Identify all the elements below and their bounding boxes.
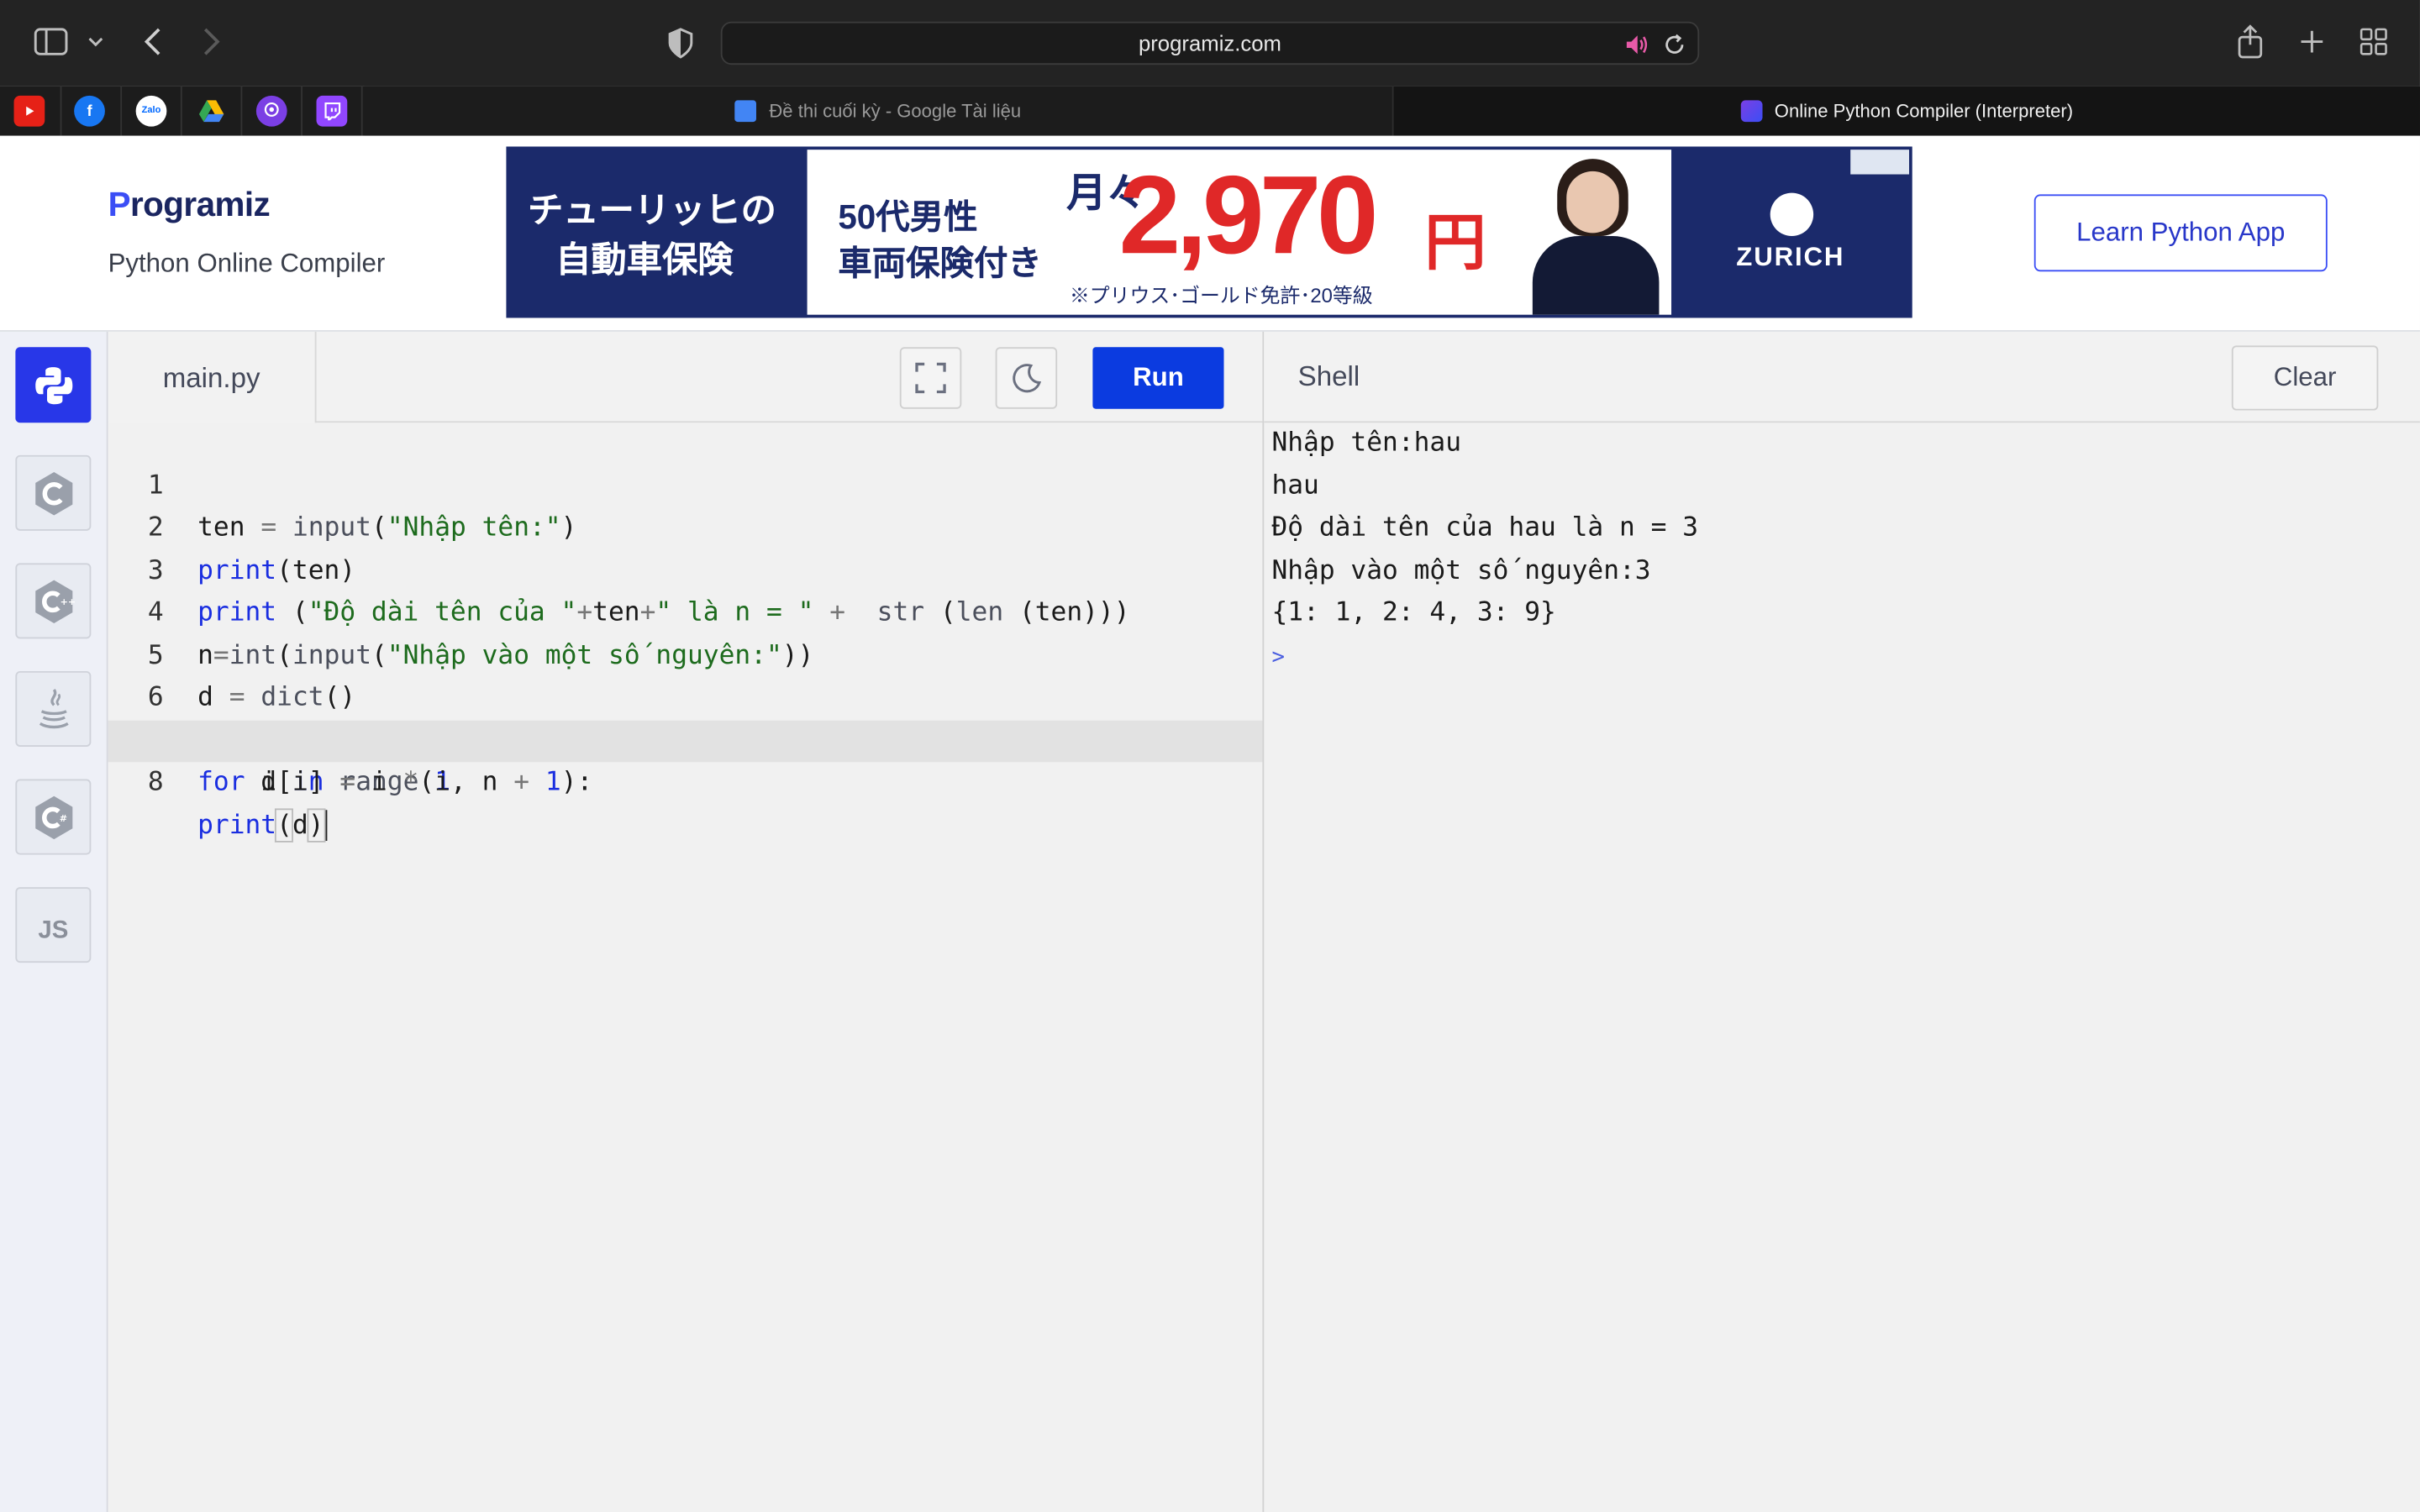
clear-button[interactable]: Clear <box>2231 345 2379 411</box>
zurich-logo-icon <box>1770 192 1814 237</box>
shield-icon[interactable] <box>666 26 697 60</box>
code-editor[interactable]: 1 ten = input("Nhập tên:") 2 print(ten) … <box>108 423 1263 1512</box>
code-line: 1 ten = input("Nhập tên:") <box>147 470 577 543</box>
csharp-language-icon[interactable]: # <box>15 779 92 855</box>
output-line: {1: 1, 2: 4, 3: 9} <box>1271 596 1556 628</box>
forward-icon[interactable] <box>197 26 225 57</box>
podcasts-icon[interactable] <box>255 95 287 127</box>
ad-mid2: 車両保険付き <box>838 244 1042 283</box>
ad-price: 2,970 <box>1118 154 1379 278</box>
url-text: programiz.com <box>1138 30 1282 56</box>
code-line-active: 8 print(d) <box>108 719 1263 842</box>
dark-mode-icon[interactable] <box>995 347 1058 409</box>
tab-title: Online Python Compiler (Interpreter) <box>1774 100 2074 123</box>
file-tab-main-py[interactable]: main.py <box>108 331 317 425</box>
fullscreen-icon[interactable] <box>899 347 962 409</box>
java-language-icon[interactable] <box>15 670 92 747</box>
chevron-down-icon[interactable] <box>87 31 105 53</box>
output-line: hau <box>1271 470 1319 501</box>
address-bar[interactable]: programiz.com <box>720 21 1700 66</box>
ad-person-image <box>1520 156 1668 315</box>
browser-toolbar: programiz.com <box>0 0 2420 87</box>
shell-toolbar: Shell Clear <box>1264 331 2420 423</box>
editor-toolbar: main.py Run <box>108 331 1263 425</box>
twitch-icon[interactable] <box>316 95 348 127</box>
tab-overview-icon[interactable] <box>2358 26 2389 57</box>
tab-title: Đề thi cuối kỳ - Google Tài liệu <box>769 100 1022 123</box>
svg-text:#: # <box>59 812 66 823</box>
ad-line2: 自動車保険 <box>555 239 734 280</box>
language-sidebar: ++ # JS <box>0 331 108 1512</box>
ad-choices-icon[interactable] <box>1850 150 1909 175</box>
advertisement-banner[interactable]: チューリッヒの 自動車保険 50代男性 車両保険付き 月々 2,970 円 ※プ… <box>506 146 1912 318</box>
page-header: Programiz Python Online Compiler チューリッヒの… <box>0 135 2420 332</box>
output-line: Nhập tên:hau <box>1271 427 1462 459</box>
ad-line1: チューリッヒの <box>528 189 776 230</box>
share-icon[interactable] <box>2235 24 2266 60</box>
youtube-icon[interactable] <box>13 95 45 127</box>
google-drive-icon[interactable] <box>196 96 227 127</box>
learn-python-app-button[interactable]: Learn Python App <box>2033 194 2328 272</box>
sidebar-toggle-icon[interactable] <box>34 26 68 57</box>
code-line: 6 ▼ for i in range(1, n + 1): <box>147 681 593 798</box>
back-icon[interactable] <box>139 26 166 57</box>
facebook-icon[interactable]: f <box>74 95 105 127</box>
new-tab-icon[interactable] <box>2296 26 2328 57</box>
zalo-icon[interactable]: Zalo <box>135 95 167 127</box>
tab-programiz[interactable]: Online Python Compiler (Interpreter) <box>1392 86 2420 136</box>
pane-divider[interactable] <box>1262 331 1265 1512</box>
reload-icon[interactable] <box>1660 31 1688 59</box>
shell-prompt: > <box>1271 643 1285 669</box>
output-line: Độ dài tên của hau là n = 3 <box>1271 512 1699 543</box>
ad-monthly: 月々 <box>1066 170 1147 217</box>
shell-title: Shell <box>1297 360 1360 392</box>
output-line: Nhập vào một số nguyên:3 <box>1271 554 1651 586</box>
programiz-icon <box>1740 100 1763 123</box>
code-line: 7 d[i] = i * i <box>148 724 451 798</box>
javascript-language-icon[interactable]: JS <box>15 887 92 963</box>
cpp-language-icon[interactable]: ++ <box>15 563 92 639</box>
run-button[interactable]: Run <box>1092 347 1224 409</box>
ad-note: ※プリウス･ゴールド免許･20等級 <box>1069 283 1373 307</box>
ad-mid1: 50代男性 <box>838 197 978 237</box>
code-line: 2 print(ten) <box>147 512 356 586</box>
c-language-icon[interactable] <box>15 454 92 531</box>
code-line: 5 d = dict() <box>147 639 356 713</box>
shell-output[interactable]: Nhập tên:hau hau Độ dài tên của hau là n… <box>1271 423 2413 677</box>
tab-google-docs[interactable]: Đề thi cuối kỳ - Google Tài liệu <box>364 86 1392 136</box>
google-docs-icon <box>734 100 757 123</box>
page-subtitle: Python Online Compiler <box>108 248 386 278</box>
svg-text:++: ++ <box>60 596 75 606</box>
ad-brand: ZURICH <box>1736 242 1845 272</box>
tab-bar: f Zalo Đề thi cuối kỳ - Google Tài liệu … <box>0 86 2420 136</box>
code-line: 3 print ("Độ dài tên của "+ten+" là n = … <box>147 554 1130 628</box>
code-line: 4 n=int(input("Nhập vào một số nguyên:")… <box>147 596 814 671</box>
ad-yen: 円 <box>1424 209 1486 278</box>
speaker-icon[interactable] <box>1623 31 1651 59</box>
programiz-logo[interactable]: Programiz <box>108 185 271 225</box>
python-language-icon[interactable] <box>15 347 92 423</box>
